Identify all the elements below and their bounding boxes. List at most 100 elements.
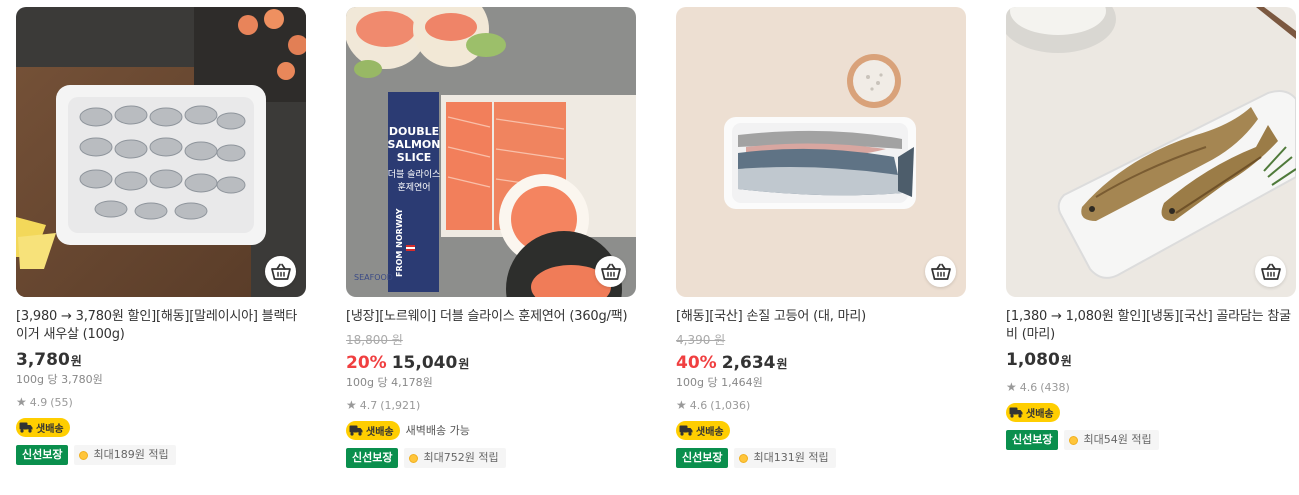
review-count: (1,921) xyxy=(380,398,421,412)
rating: ★ 4.7 (1,921) xyxy=(346,398,636,412)
product-image[interactable] xyxy=(16,7,306,297)
rating-score: 4.6 xyxy=(689,398,708,412)
shipping-badge: 샛배송 xyxy=(16,417,70,437)
truck-icon xyxy=(19,421,33,433)
fresh-guarantee-tag: 신선보장 xyxy=(1006,430,1059,450)
product-card[interactable]: [1,380 → 1,080원 할인][냉동][국산] 골라담는 참굴비 (마리… xyxy=(1006,7,1296,450)
discount-rate: 20% xyxy=(346,353,387,373)
add-to-cart-button[interactable] xyxy=(1255,256,1286,287)
points-label: 최대131원 적립 xyxy=(753,451,829,464)
product-image[interactable] xyxy=(676,7,966,297)
box-text-kor2: 훈제연어 xyxy=(397,181,430,193)
truck-icon xyxy=(679,424,693,436)
currency-unit: 원 xyxy=(458,357,470,371)
star-icon: ★ xyxy=(16,395,27,409)
product-image[interactable] xyxy=(1006,7,1296,297)
points-tag: 최대131원 적립 xyxy=(734,448,836,468)
sale-price: 1,080 xyxy=(1006,350,1060,370)
box-text-double: DOUBLE xyxy=(389,125,439,138)
product-image[interactable]: DOUBLE SALMON SLICE 더블 슬라이스 훈제연어 SEAFOOD… xyxy=(346,7,636,297)
add-to-cart-button[interactable] xyxy=(595,256,626,287)
tag-row: 신선보장 최대54원 적립 xyxy=(1006,430,1296,450)
shipping-badge-label: 샛배송 xyxy=(1026,408,1054,420)
fresh-guarantee-tag: 신선보장 xyxy=(676,448,729,468)
points-label: 최대189원 적립 xyxy=(93,448,169,461)
star-icon: ★ xyxy=(346,398,357,412)
shipping-row: 샛배송 xyxy=(1006,402,1296,422)
box-text-salmon: SALMON xyxy=(388,138,441,151)
point-coin-icon xyxy=(739,453,749,463)
cart-icon xyxy=(600,263,621,280)
smoked-salmon-photo: DOUBLE SALMON SLICE 더블 슬라이스 훈제연어 SEAFOOD… xyxy=(346,7,636,297)
points-tag: 최대54원 적립 xyxy=(1064,430,1159,450)
tag-row: 신선보장 최대131원 적립 xyxy=(676,448,966,468)
points-tag: 최대189원 적립 xyxy=(74,445,176,465)
sale-price: 15,040 xyxy=(391,353,458,373)
shrimp-photo xyxy=(16,7,306,297)
unit-price: 100g 당 1,464원 xyxy=(676,376,763,389)
tag-row: 신선보장 최대189원 적립 xyxy=(16,445,306,465)
shipping-row: 샛배송 xyxy=(676,420,966,440)
rating-score: 4.9 xyxy=(29,395,48,409)
product-title[interactable]: [1,380 → 1,080원 할인][냉동][국산] 골라담는 참굴비 (마리… xyxy=(1006,308,1296,344)
price-row: 40% 2,634 원 xyxy=(676,352,966,375)
star-icon: ★ xyxy=(1006,380,1017,394)
rating: ★ 4.6 (438) xyxy=(1006,380,1296,394)
fresh-guarantee-tag: 신선보장 xyxy=(16,445,69,465)
truck-icon xyxy=(1009,406,1023,418)
tag-row: 신선보장 최대752원 적립 xyxy=(346,448,636,468)
product-card[interactable]: DOUBLE SALMON SLICE 더블 슬라이스 훈제연어 SEAFOOD… xyxy=(346,7,636,468)
shipping-row: 샛배송 xyxy=(16,417,306,437)
shipping-badge-label: 샛배송 xyxy=(696,426,724,438)
shipping-badge-label: 샛배송 xyxy=(36,423,64,435)
original-price: 4,390 원 xyxy=(676,333,726,347)
dawn-delivery-label: 새벽배송 가능 xyxy=(405,424,470,437)
product-title[interactable]: [3,980 → 3,780원 할인][해동][말레이시아] 블랙타이거 새우살… xyxy=(16,308,306,344)
add-to-cart-button[interactable] xyxy=(265,256,296,287)
shipping-badge: 샛배송 xyxy=(1006,402,1060,422)
box-text-slice: SLICE xyxy=(397,151,432,164)
point-coin-icon xyxy=(79,450,89,460)
product-title[interactable]: [해동][국산] 손질 고등어 (대, 마리) xyxy=(676,308,966,326)
mackerel-photo xyxy=(676,7,966,297)
yellow-croaker-photo xyxy=(1006,7,1296,297)
product-card[interactable]: [3,980 → 3,780원 할인][해동][말레이시아] 블랙타이거 새우살… xyxy=(16,7,306,465)
unit-price: 100g 당 4,178원 xyxy=(346,376,433,389)
currency-unit: 원 xyxy=(1060,354,1072,368)
point-coin-icon xyxy=(1069,435,1079,445)
points-label: 최대54원 적립 xyxy=(1083,433,1152,446)
sale-price: 2,634 xyxy=(721,353,776,373)
box-text-from-norway: FROM NORWAY xyxy=(395,208,404,277)
rating: ★ 4.9 (55) xyxy=(16,395,306,409)
point-coin-icon xyxy=(409,453,419,463)
currency-unit: 원 xyxy=(70,354,82,368)
review-count: (438) xyxy=(1040,380,1070,394)
points-tag: 최대752원 적립 xyxy=(404,448,506,468)
points-label: 최대752원 적립 xyxy=(423,451,499,464)
shipping-badge-label: 샛배송 xyxy=(366,426,394,438)
box-text-seafood: SEAFOOD xyxy=(354,273,393,282)
review-count: (1,036) xyxy=(710,398,751,412)
add-to-cart-button[interactable] xyxy=(925,256,956,287)
star-icon: ★ xyxy=(676,398,687,412)
review-count: (55) xyxy=(50,395,73,409)
sale-price: 3,780 xyxy=(16,350,70,370)
unit-price: 100g 당 3,780원 xyxy=(16,373,103,386)
original-price: 18,800 원 xyxy=(346,333,403,347)
shipping-badge: 샛배송 xyxy=(346,420,400,440)
truck-icon xyxy=(349,424,363,436)
rating-score: 4.6 xyxy=(1019,380,1038,394)
fresh-guarantee-tag: 신선보장 xyxy=(346,448,399,468)
cart-icon xyxy=(270,263,291,280)
price-row: 3,780 원 xyxy=(16,349,306,372)
product-card[interactable]: [해동][국산] 손질 고등어 (대, 마리) 4,390 원 40% 2,63… xyxy=(676,7,966,468)
currency-unit: 원 xyxy=(776,357,788,371)
rating: ★ 4.6 (1,036) xyxy=(676,398,966,412)
box-text-kor1: 더블 슬라이스 xyxy=(388,169,441,180)
shipping-row: 샛배송 새벽배송 가능 xyxy=(346,420,636,440)
cart-icon xyxy=(930,263,951,280)
discount-rate: 40% xyxy=(676,353,717,373)
product-title[interactable]: [냉장][노르웨이] 더블 슬라이스 훈제연어 (360g/팩) xyxy=(346,308,636,326)
rating-score: 4.7 xyxy=(359,398,378,412)
price-row: 1,080 원 xyxy=(1006,349,1296,372)
